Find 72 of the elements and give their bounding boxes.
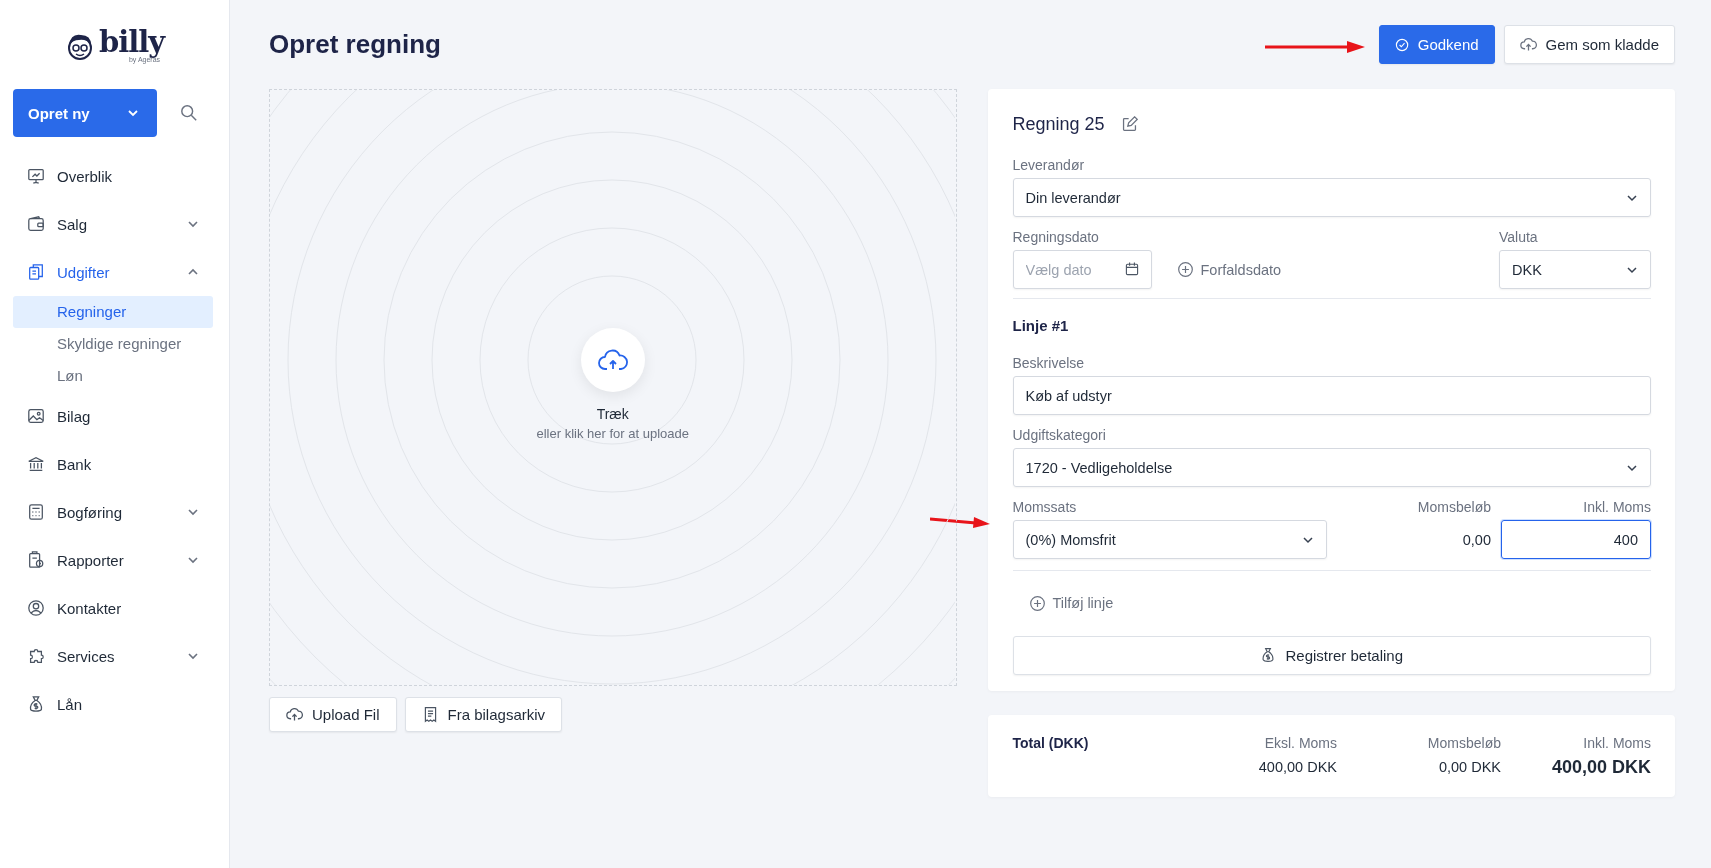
- cloud-upload-icon: [597, 349, 628, 371]
- date-field[interactable]: Vælg dato: [1012, 250, 1152, 289]
- totals-title: Total (DKK): [1012, 733, 1090, 753]
- field-label: Momsbeløb: [1416, 498, 1491, 516]
- add-line-link[interactable]: Tilføj linje: [1028, 593, 1114, 613]
- totals-value: 400,00 DKK: [1551, 755, 1651, 779]
- field-label: Beskrivelse: [1012, 354, 1086, 372]
- approve-button[interactable]: Godkend: [1378, 25, 1495, 64]
- puzzle-icon: [27, 647, 45, 665]
- money-bag-icon: [27, 695, 45, 713]
- category-select[interactable]: 1720 - Vedligeholdelse: [1012, 448, 1651, 487]
- field-label: Regningsdato: [1012, 228, 1100, 246]
- board-icon: [27, 167, 45, 185]
- totals-label: Momsbeløb: [1427, 733, 1501, 753]
- nav-item[interactable]: Salg: [0, 200, 229, 248]
- field-label: Udgiftskategori: [1012, 426, 1107, 444]
- description-field[interactable]: Køb af udstyr: [1012, 376, 1651, 415]
- edit-icon[interactable]: [1120, 115, 1138, 133]
- money-bag-icon: [1260, 647, 1277, 663]
- nav-item[interactable]: Rapporter: [0, 536, 229, 584]
- upload-file-button[interactable]: Upload Fil: [269, 697, 397, 732]
- receipts-icon: [27, 263, 45, 281]
- user-circle-icon: [27, 599, 45, 617]
- nav-subitem[interactable]: Løn: [13, 360, 213, 392]
- bank-icon: [27, 455, 45, 473]
- cloud-upload-icon: [286, 706, 303, 723]
- brand-name: billy: [98, 28, 165, 56]
- nav-subitem[interactable]: Regninger: [13, 296, 213, 328]
- due-date-link[interactable]: Forfaldsdato: [1176, 250, 1282, 289]
- plus-circle-icon: [1176, 261, 1194, 278]
- field-label: Momssats: [1012, 498, 1078, 516]
- page-title: Opret regning: [269, 29, 441, 60]
- register-payment-button[interactable]: Registrer betaling: [1012, 635, 1651, 675]
- wallet-icon: [27, 215, 45, 233]
- field-label: Valuta: [1499, 228, 1539, 246]
- nav-subitem[interactable]: Skyldige regninger: [13, 328, 213, 360]
- vat-amount: 0,00: [1461, 531, 1491, 548]
- totals-label: Eksl. Moms: [1264, 733, 1337, 753]
- nav-item[interactable]: Lån: [0, 680, 229, 728]
- annotation-arrow: [930, 516, 990, 528]
- line-title: Linje #1: [1012, 316, 1070, 336]
- totals-value: 0,00 DKK: [1438, 757, 1501, 777]
- chevron-down-icon: [127, 107, 139, 119]
- nav-item[interactable]: Overblik: [0, 152, 229, 200]
- search-icon[interactable]: [180, 104, 198, 122]
- calendar-icon: [1123, 261, 1140, 277]
- field-label: Leverandør: [1012, 156, 1086, 174]
- save-draft-button[interactable]: Gem som kladde: [1503, 25, 1675, 64]
- amount-field[interactable]: 400: [1501, 520, 1651, 559]
- totals-label: Inkl. Moms: [1583, 733, 1651, 753]
- totals-value: 400,00 DKK: [1258, 757, 1337, 777]
- drop-title: Træk: [596, 406, 629, 422]
- drop-hint: eller klik her for at uploade: [536, 426, 689, 441]
- check-circle-icon: [1394, 36, 1409, 53]
- vat-rate-select[interactable]: (0%) Momsfrit: [1012, 520, 1327, 559]
- nav-item[interactable]: Udgifter: [0, 248, 229, 296]
- image-icon: [27, 407, 45, 425]
- currency-select[interactable]: DKK: [1499, 250, 1651, 289]
- nav-item[interactable]: Services: [0, 632, 229, 680]
- nav-item[interactable]: Bilag: [0, 392, 229, 440]
- archive-button[interactable]: Fra bilagsarkiv: [404, 697, 563, 732]
- clipboard-icon: [27, 551, 45, 569]
- calculator-icon: [27, 503, 45, 521]
- plus-circle-icon: [1028, 594, 1046, 612]
- bill-title: Regning 25: [1012, 113, 1105, 135]
- create-new-button[interactable]: Opret ny: [13, 89, 157, 137]
- nav-item[interactable]: Kontakter: [0, 584, 229, 632]
- supplier-select[interactable]: Din leverandør: [1012, 178, 1651, 217]
- nav-item[interactable]: Bank: [0, 440, 229, 488]
- nav-item[interactable]: Bogføring: [0, 488, 229, 536]
- cloud-upload-icon: [1519, 36, 1537, 53]
- field-label: Inkl. Moms: [1582, 498, 1651, 516]
